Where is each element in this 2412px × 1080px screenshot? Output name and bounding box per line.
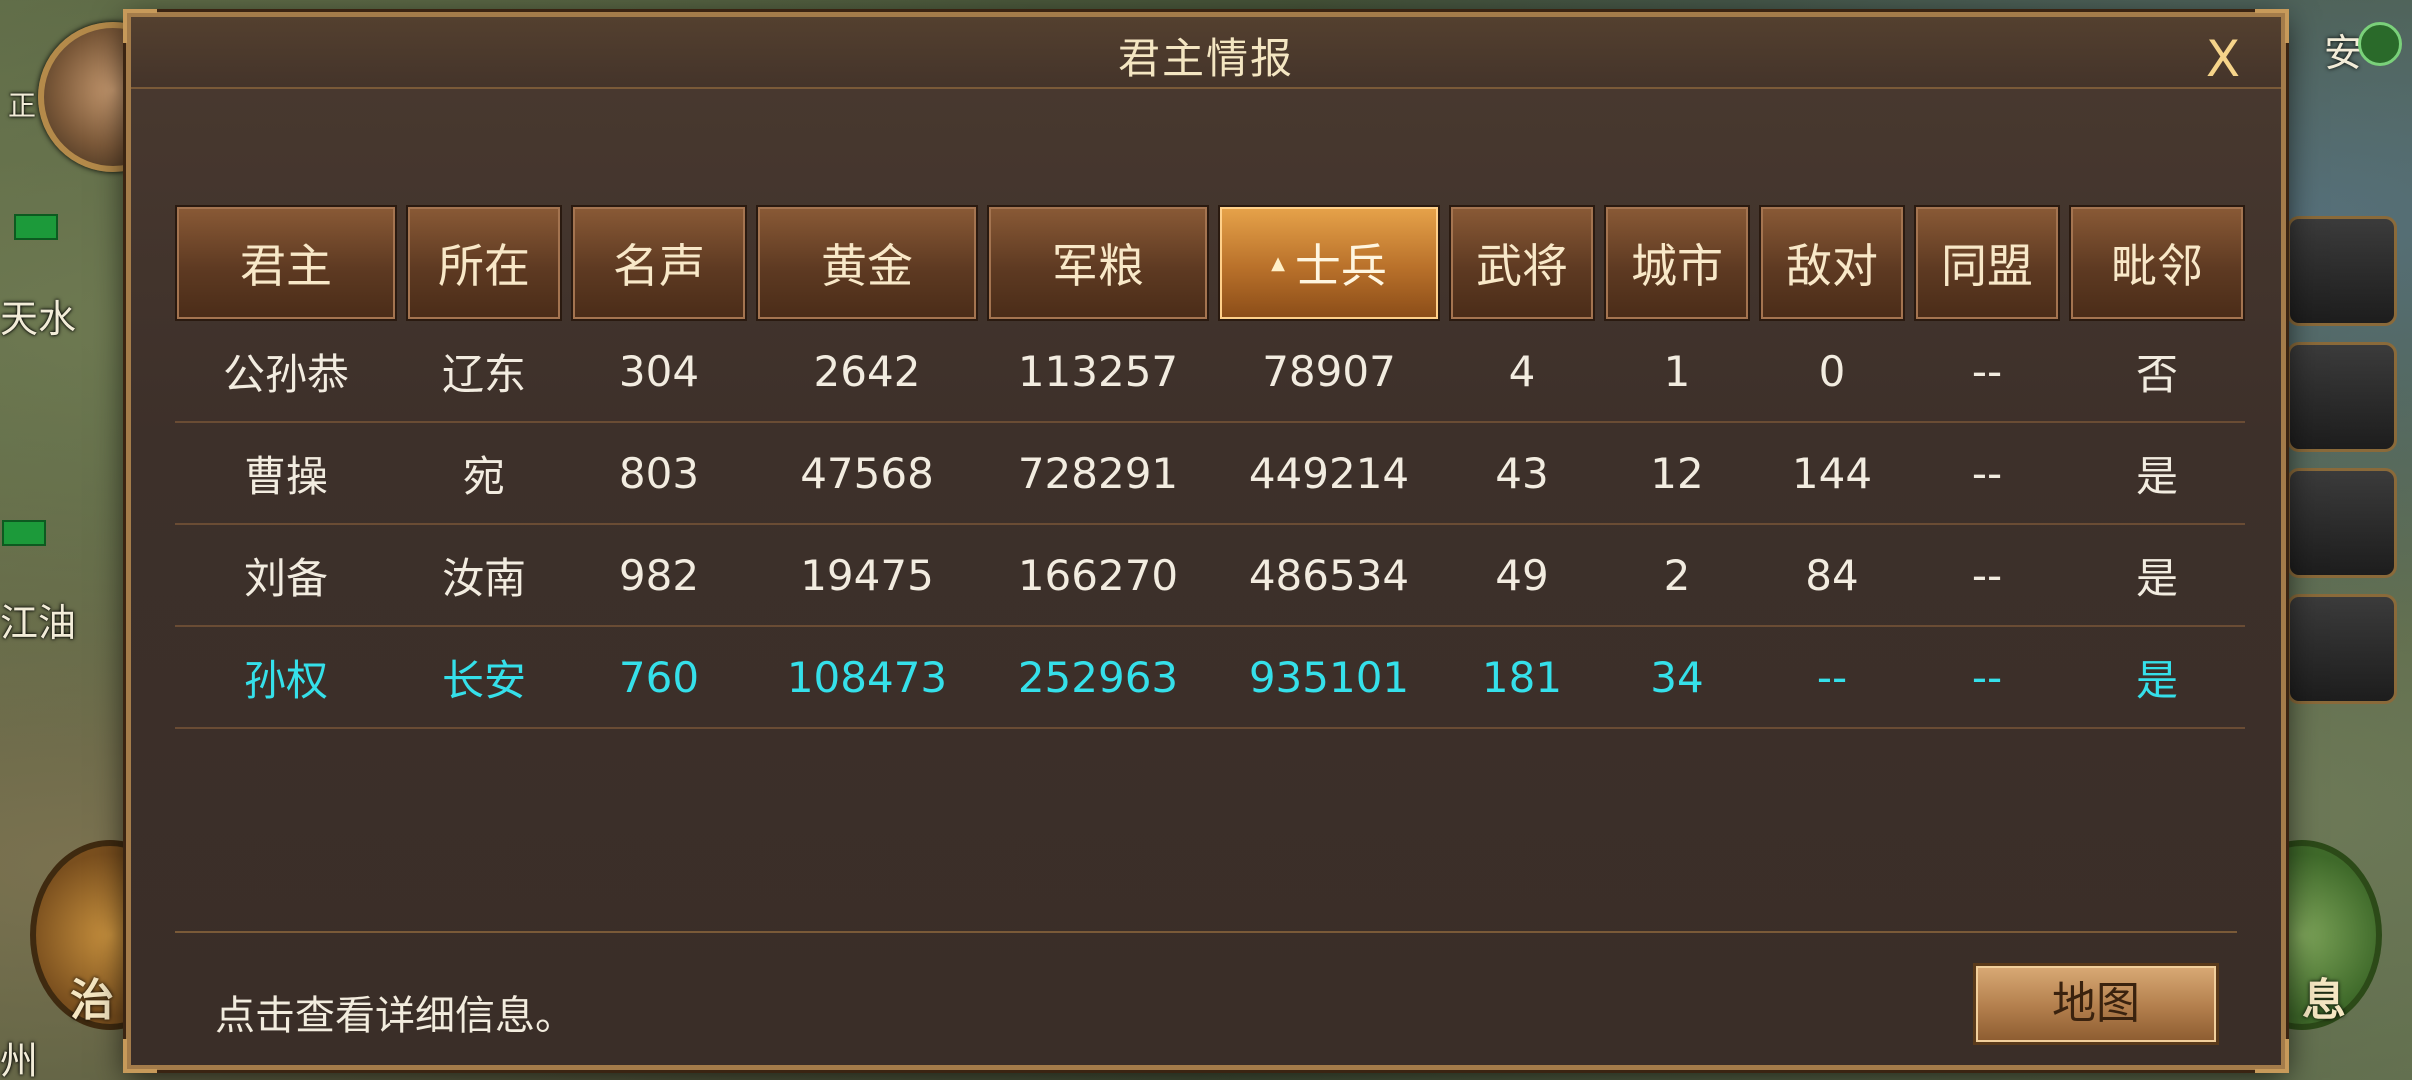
column-header-hostile[interactable]: 敌对 — [1759, 205, 1905, 321]
column-header-location[interactable]: 所在 — [406, 205, 562, 321]
cell-soldiers: 78907 — [1262, 346, 1396, 396]
map-label-jiangyou: 江油 — [0, 601, 77, 645]
cell-location: 汝南 — [441, 553, 526, 603]
hint-text: 点击查看详细信息。 — [215, 993, 575, 1039]
city-flag-icon — [14, 214, 58, 240]
cell-alliance: -- — [1971, 550, 2003, 600]
cell-cities: 12 — [1650, 448, 1704, 498]
column-header-label: 所在 — [438, 239, 530, 293]
column-header-adjacent[interactable]: 毗邻 — [2069, 205, 2245, 321]
table-header: 君主 所在 名声 黄金 军粮 ▲ 士兵 武将 城市 敌对 同盟 毗邻 — [175, 205, 2245, 321]
menu-icon[interactable] — [2287, 216, 2397, 326]
cell-food: 113257 — [1017, 346, 1179, 396]
cell-hostile: 144 — [1791, 448, 1873, 498]
lord-table: 君主 所在 名声 黄金 军粮 ▲ 士兵 武将 城市 敌对 同盟 毗邻 公孙恭 辽东… — [175, 205, 2245, 729]
dialog-title-bar: 君主情报 X — [131, 17, 2281, 89]
settings-icon[interactable] — [2358, 22, 2402, 66]
cell-cities: 2 — [1663, 550, 1691, 600]
cell-location: 长安 — [441, 655, 526, 705]
frame-corner — [123, 1039, 157, 1073]
column-header-label: 士兵 — [1294, 239, 1387, 293]
column-header-label: 名声 — [613, 239, 705, 293]
cell-food: 166270 — [1017, 550, 1179, 600]
map-label-an: 安 — [2323, 31, 2362, 75]
cell-soldiers: 935101 — [1248, 652, 1410, 702]
info-button-label: 息 — [2302, 975, 2346, 1026]
cell-fame: 803 — [618, 448, 700, 498]
menu-icon[interactable] — [2287, 342, 2397, 452]
cell-alliance: -- — [1971, 448, 2003, 498]
column-header-label: 武将 — [1476, 239, 1568, 293]
cell-cities: 1 — [1663, 346, 1691, 396]
column-header-label: 城市 — [1631, 239, 1723, 293]
sort-ascending-icon: ▲ — [1271, 252, 1285, 274]
column-header-soldiers[interactable]: ▲ 士兵 — [1218, 205, 1440, 321]
cell-hostile: 0 — [1818, 346, 1846, 396]
cell-location: 辽东 — [441, 349, 526, 399]
cell-food: 728291 — [1017, 448, 1179, 498]
cell-generals: 181 — [1481, 652, 1563, 702]
column-header-label: 同盟 — [1941, 239, 2033, 293]
map-label-tianshui: 天水 — [0, 297, 77, 341]
cell-food: 252963 — [1017, 652, 1179, 702]
column-header-label: 黄金 — [821, 239, 913, 293]
cell-hostile: -- — [1816, 652, 1848, 702]
table-row-self[interactable]: 孙权 长安 760 108473 252963 935101 181 34 --… — [175, 627, 2245, 729]
cell-gold: 47568 — [800, 448, 934, 498]
table-row[interactable]: 刘备 汝南 982 19475 166270 486534 49 2 84 --… — [175, 525, 2245, 627]
cell-fame: 760 — [618, 652, 700, 702]
right-menu-rail — [2272, 200, 2412, 820]
dialog-title: 君主情报 — [1117, 34, 1294, 83]
column-header-generals[interactable]: 武将 — [1449, 205, 1595, 321]
cell-fame: 982 — [618, 550, 700, 600]
cell-generals: 43 — [1495, 448, 1549, 498]
column-header-label: 君主 — [240, 239, 332, 293]
column-header-food[interactable]: 军粮 — [987, 205, 1209, 321]
cell-adjacent: 是 — [2135, 553, 2178, 603]
column-header-gold[interactable]: 黄金 — [756, 205, 978, 321]
footer-divider — [175, 931, 2237, 933]
column-header-lord[interactable]: 君主 — [175, 205, 397, 321]
column-header-fame[interactable]: 名声 — [571, 205, 747, 321]
cell-adjacent: 否 — [2135, 349, 2178, 399]
cell-alliance: -- — [1971, 346, 2003, 396]
column-header-cities[interactable]: 城市 — [1604, 205, 1750, 321]
cell-lord: 公孙恭 — [222, 349, 349, 399]
menu-icon[interactable] — [2287, 594, 2397, 704]
map-button[interactable]: 地图 — [1973, 963, 2219, 1045]
cell-lord: 孙权 — [243, 655, 328, 705]
column-header-label: 敌对 — [1786, 239, 1878, 293]
menu-icon[interactable] — [2287, 468, 2397, 578]
cell-generals: 49 — [1495, 550, 1549, 600]
cell-adjacent: 是 — [2135, 655, 2178, 705]
cell-gold: 108473 — [786, 652, 948, 702]
cell-lord: 刘备 — [243, 553, 328, 603]
cell-gold: 2642 — [813, 346, 921, 396]
cell-soldiers: 486534 — [1248, 550, 1410, 600]
table-row[interactable]: 曹操 宛 803 47568 728291 449214 43 12 144 -… — [175, 423, 2245, 525]
cell-cities: 34 — [1650, 652, 1704, 702]
map-label-zheng: 正 — [8, 89, 37, 122]
table-row[interactable]: 公孙恭 辽东 304 2642 113257 78907 4 1 0 -- 否 — [175, 321, 2245, 423]
column-header-label: 毗邻 — [2111, 239, 2203, 293]
column-header-label: 军粮 — [1052, 239, 1144, 293]
column-header-alliance[interactable]: 同盟 — [1914, 205, 2060, 321]
cell-fame: 304 — [618, 346, 700, 396]
cell-adjacent: 是 — [2135, 451, 2178, 501]
cell-hostile: 84 — [1805, 550, 1859, 600]
city-flag-icon — [2, 520, 46, 546]
lord-info-dialog: 君主情报 X 君主 所在 名声 黄金 军粮 ▲ 士兵 武将 城市 敌对 同盟 毗邻… — [123, 9, 2289, 1073]
cell-soldiers: 449214 — [1248, 448, 1410, 498]
cell-gold: 19475 — [800, 550, 934, 600]
cell-alliance: -- — [1971, 652, 2003, 702]
cell-location: 宛 — [462, 451, 505, 501]
cell-lord: 曹操 — [243, 451, 328, 501]
frame-corner — [2255, 1039, 2289, 1073]
governance-button-label: 治 — [70, 975, 114, 1026]
cell-generals: 4 — [1508, 346, 1536, 396]
map-label-zhou: 州 — [0, 1039, 39, 1080]
close-button[interactable]: X — [2195, 31, 2251, 87]
